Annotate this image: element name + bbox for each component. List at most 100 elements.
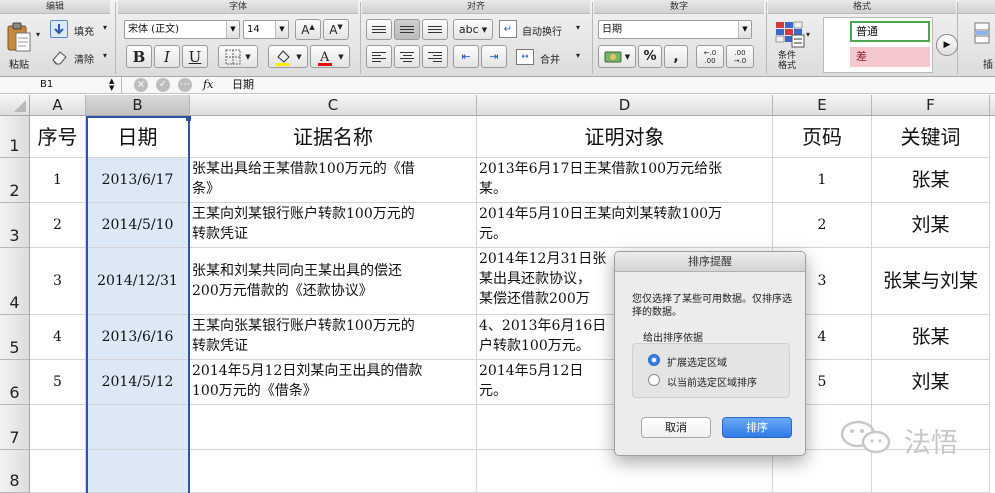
table-row-cell[interactable]: 王某向刘某银行账户转款100万元的 转款凭证 bbox=[190, 203, 477, 248]
align-bottom-button[interactable] bbox=[422, 19, 448, 40]
table-row-cell[interactable]: 2014/12/31 bbox=[86, 248, 190, 315]
empty-cell[interactable] bbox=[86, 405, 190, 450]
expand-selection-label[interactable]: 扩展选定区域 bbox=[667, 354, 727, 369]
empty-cell[interactable] bbox=[872, 450, 990, 493]
current-selection-label[interactable]: 以当前选定区域排序 bbox=[667, 374, 757, 389]
row-header-7[interactable]: 7 bbox=[0, 405, 30, 450]
column-header-d[interactable]: D bbox=[477, 95, 773, 116]
row-header-1[interactable]: 1 bbox=[0, 116, 30, 158]
fill-menu-arrow[interactable]: ▾ bbox=[103, 23, 107, 32]
row-header-4[interactable]: 4 bbox=[0, 248, 30, 315]
cell-a1[interactable]: 序号 bbox=[30, 116, 86, 158]
increase-decimal-button[interactable]: ←.0 .00 bbox=[696, 45, 724, 68]
expand-selection-radio[interactable] bbox=[648, 354, 660, 366]
align-left-button[interactable] bbox=[366, 45, 392, 68]
table-row-cell[interactable]: 王某向张某银行账户转款100万元的 转款凭证 bbox=[190, 315, 477, 360]
underline-button[interactable]: U bbox=[182, 45, 208, 68]
table-row-cell[interactable]: 刘某 bbox=[872, 360, 990, 405]
merge-menu-arrow[interactable]: ▾ bbox=[576, 51, 580, 60]
decrease-decimal-button[interactable]: .00 →.0 bbox=[726, 45, 754, 68]
empty-cell[interactable] bbox=[872, 405, 990, 450]
table-row-cell[interactable]: 2014年5月10日王某向刘某转款100万 元。 bbox=[477, 203, 773, 248]
select-all-corner[interactable] bbox=[0, 95, 30, 116]
borders-button[interactable]: ▼ bbox=[218, 45, 258, 68]
formula-builder-icon[interactable]: ⋯ bbox=[178, 78, 192, 92]
font-color-button[interactable]: A ▼ bbox=[310, 45, 350, 68]
cell-d1[interactable]: 证明对象 bbox=[477, 116, 773, 158]
empty-cell[interactable] bbox=[190, 405, 477, 450]
cell-e1[interactable]: 页码 bbox=[773, 116, 872, 158]
wrap-menu-arrow[interactable]: ▾ bbox=[576, 23, 580, 32]
column-header-a[interactable]: A bbox=[30, 95, 86, 116]
confirm-formula-icon[interactable]: ✓ bbox=[156, 78, 170, 92]
cell-f1[interactable]: 关键词 bbox=[872, 116, 990, 158]
table-row-cell[interactable]: 张某与刘某 bbox=[872, 248, 990, 315]
wrap-text-label[interactable]: 自动换行 bbox=[522, 23, 562, 38]
table-row-cell[interactable]: 2014/5/10 bbox=[86, 203, 190, 248]
merge-label[interactable]: 合并 bbox=[540, 51, 560, 66]
name-box-stepper[interactable]: ▲ ▼ bbox=[109, 78, 114, 92]
column-header-f[interactable]: F bbox=[872, 95, 990, 116]
percent-button[interactable]: % bbox=[638, 45, 662, 68]
column-header-c[interactable]: C bbox=[190, 95, 477, 116]
current-selection-radio[interactable] bbox=[648, 374, 660, 386]
name-box[interactable]: B1 bbox=[0, 77, 122, 94]
insert-button[interactable] bbox=[972, 18, 992, 50]
styles-next-button[interactable]: ▶ bbox=[936, 34, 958, 56]
empty-cell[interactable] bbox=[190, 450, 477, 493]
decrease-indent-button[interactable]: ⇤ bbox=[453, 45, 479, 68]
table-row-cell[interactable]: 刘某 bbox=[872, 203, 990, 248]
clear-menu-arrow[interactable]: ▾ bbox=[103, 51, 107, 60]
align-middle-button[interactable] bbox=[394, 19, 420, 40]
font-size-select[interactable]: 14 ▼ bbox=[243, 20, 289, 39]
empty-cell[interactable] bbox=[477, 450, 773, 493]
insert-function-button[interactable]: fx bbox=[203, 77, 213, 93]
style-bad[interactable]: 差 bbox=[850, 47, 930, 67]
fill-color-button[interactable]: ▼ bbox=[268, 45, 308, 68]
formula-input[interactable]: 日期 bbox=[232, 77, 254, 93]
align-center-button[interactable] bbox=[394, 45, 420, 68]
empty-cell[interactable] bbox=[773, 450, 872, 493]
cell-b1[interactable]: 日期 bbox=[86, 116, 190, 158]
conditional-format-arrow[interactable]: ▾ bbox=[806, 30, 810, 39]
table-row-cell[interactable]: 2 bbox=[30, 203, 86, 248]
orientation-button[interactable]: abc ▼ bbox=[453, 19, 493, 40]
table-row-cell[interactable]: 张某 bbox=[872, 158, 990, 203]
align-top-button[interactable] bbox=[366, 19, 392, 40]
currency-format-button[interactable]: ▼ bbox=[598, 45, 636, 68]
increase-font-button[interactable]: A▲ bbox=[295, 19, 321, 40]
table-row-cell[interactable]: 2014/5/12 bbox=[86, 360, 190, 405]
clear-button[interactable] bbox=[50, 48, 70, 66]
increase-indent-button[interactable]: ⇥ bbox=[481, 45, 507, 68]
italic-button[interactable]: I bbox=[154, 45, 180, 68]
row-header-2[interactable]: 2 bbox=[0, 158, 30, 203]
comma-button[interactable]: , bbox=[664, 45, 688, 68]
empty-cell[interactable] bbox=[30, 405, 86, 450]
empty-cell[interactable] bbox=[30, 450, 86, 493]
decrease-font-button[interactable]: A▼ bbox=[323, 19, 349, 40]
table-row-cell[interactable]: 4 bbox=[30, 315, 86, 360]
bold-button[interactable]: B bbox=[126, 45, 152, 68]
merge-icon[interactable]: ↔ bbox=[516, 49, 534, 65]
table-row-cell[interactable]: 5 bbox=[30, 360, 86, 405]
row-header-5[interactable]: 5 bbox=[0, 315, 30, 360]
paste-button[interactable] bbox=[2, 19, 36, 55]
row-header-8[interactable]: 8 bbox=[0, 450, 30, 493]
table-row-cell[interactable]: 2013/6/17 bbox=[86, 158, 190, 203]
table-row-cell[interactable]: 张某出具给王某借款100万元的《借 条》 bbox=[190, 158, 477, 203]
fill-button[interactable] bbox=[50, 20, 68, 38]
table-row-cell[interactable]: 2014年5月12日刘某向王出具的借款 100万元的《借条》 bbox=[190, 360, 477, 405]
number-format-select[interactable]: 日期 ▼ bbox=[598, 20, 752, 39]
paste-menu-arrow[interactable]: ▾ bbox=[36, 30, 40, 39]
empty-cell[interactable] bbox=[86, 450, 190, 493]
table-row-cell[interactable]: 1 bbox=[30, 158, 86, 203]
column-header-b[interactable]: B bbox=[86, 95, 190, 116]
table-row-cell[interactable]: 张某 bbox=[872, 315, 990, 360]
table-row-cell[interactable]: 2013年6月17日王某借款100万元给张 某。 bbox=[477, 158, 773, 203]
table-row-cell[interactable]: 2 bbox=[773, 203, 872, 248]
wrap-text-icon[interactable]: ↵ bbox=[499, 20, 517, 38]
conditional-format-button[interactable] bbox=[772, 18, 808, 50]
font-name-select[interactable]: 宋体 (正文) ▼ bbox=[124, 20, 240, 39]
cancel-button[interactable]: 取消 bbox=[641, 417, 711, 438]
sort-button[interactable]: 排序 bbox=[722, 417, 792, 438]
